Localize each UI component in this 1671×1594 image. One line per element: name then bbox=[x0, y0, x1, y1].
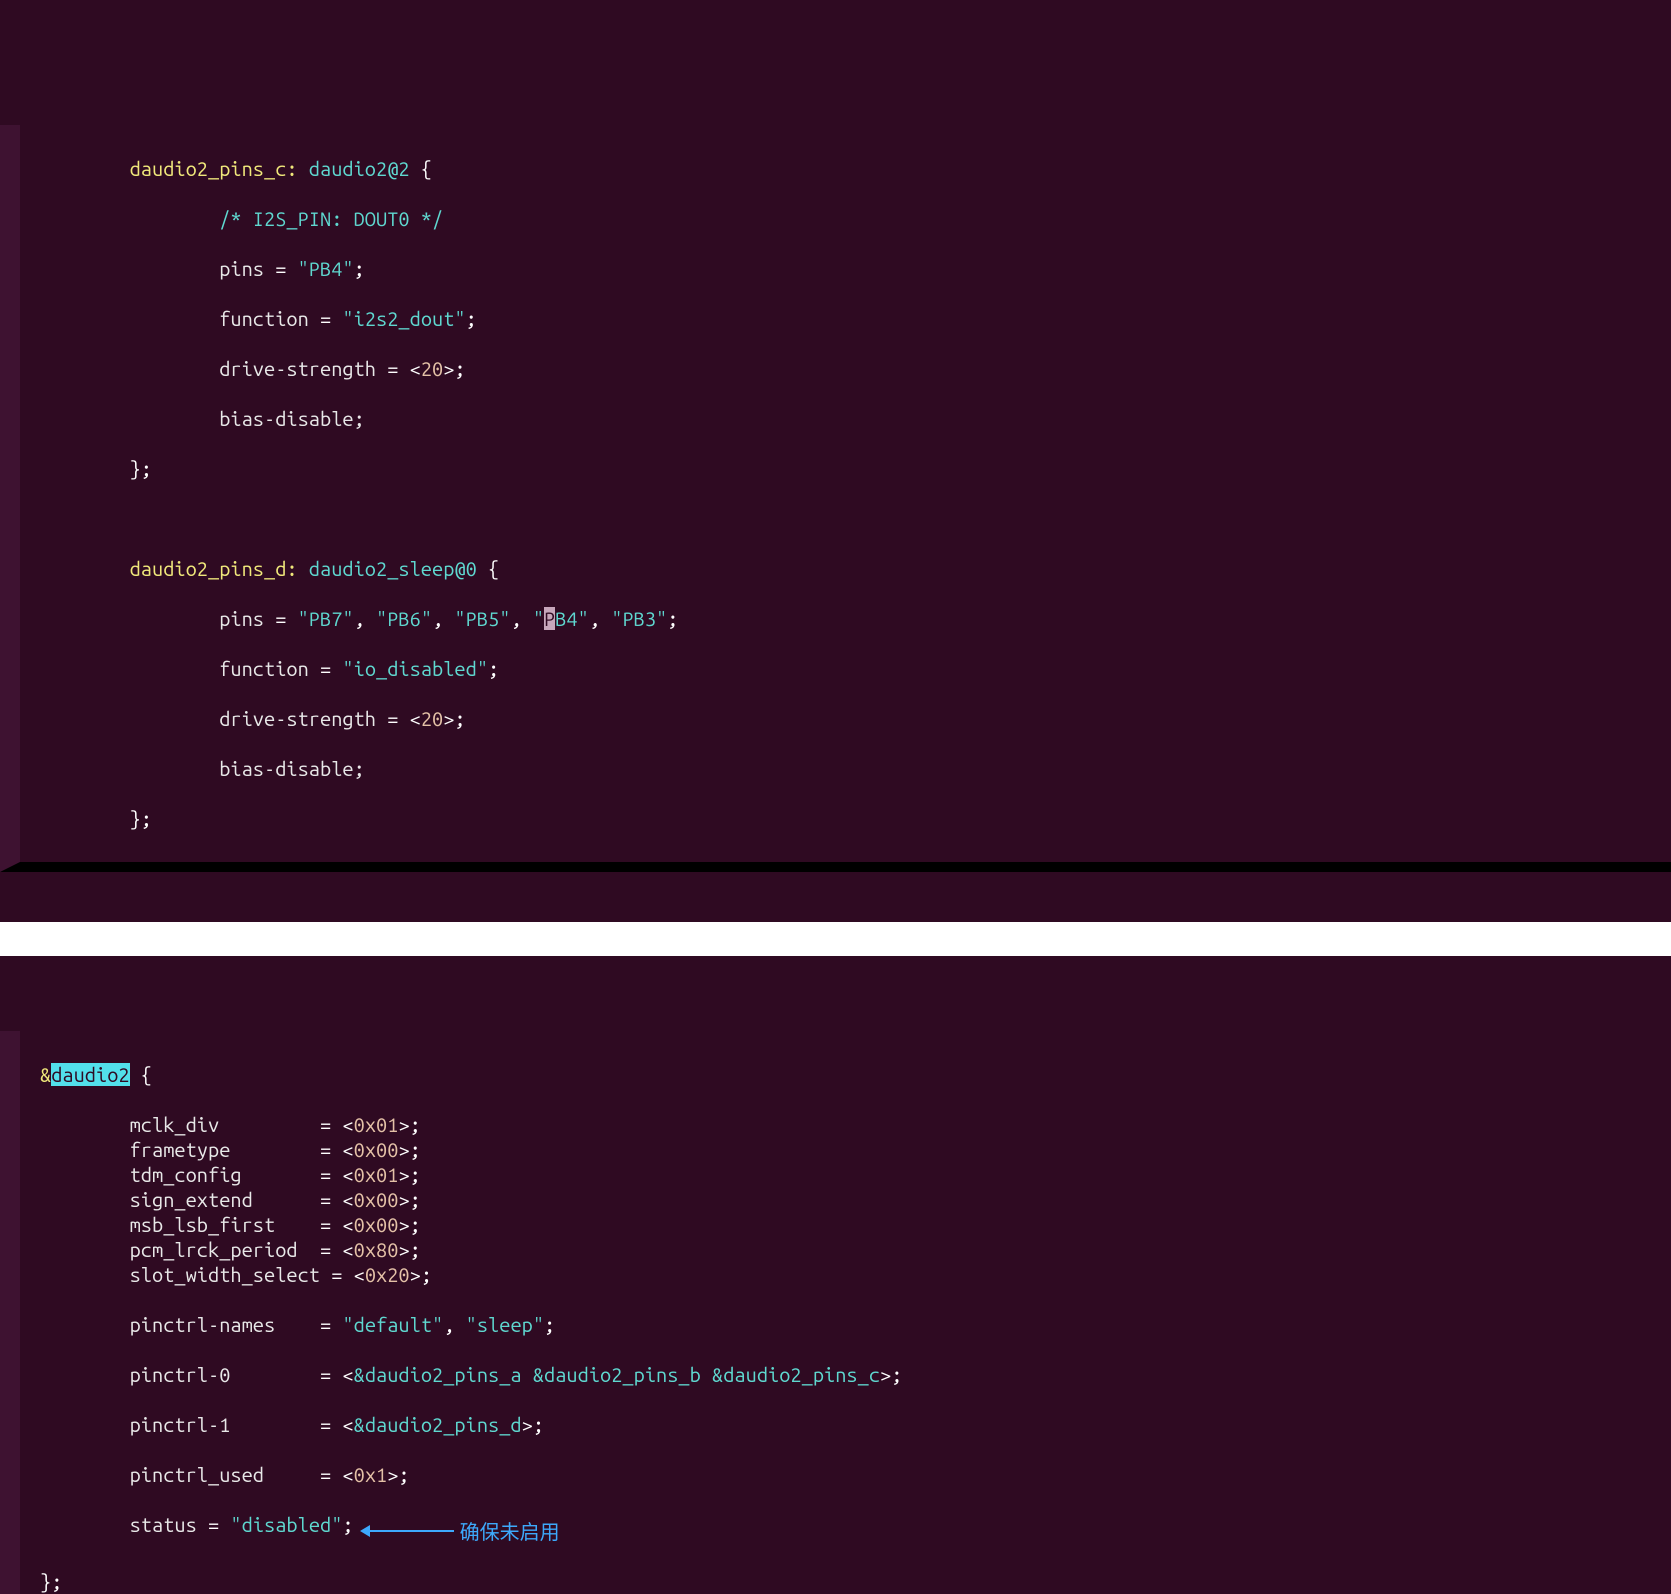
number: 0x20 bbox=[365, 1263, 410, 1286]
code-line[interactable]: frametype = <0x00>; bbox=[20, 1137, 1671, 1162]
string: "io_disabled" bbox=[342, 657, 488, 680]
string: "PB4" bbox=[298, 257, 354, 280]
code-line[interactable]: function = "i2s2_dout"; bbox=[20, 306, 1671, 331]
brace-close: }; bbox=[40, 457, 152, 480]
brace-close: }; bbox=[40, 807, 152, 830]
number: 0x80 bbox=[354, 1238, 399, 1261]
number: 20 bbox=[421, 357, 443, 380]
node-label: daudio2_pins_d: bbox=[40, 557, 298, 580]
code-line[interactable]: tdm_config = <0x01>; bbox=[20, 1162, 1671, 1187]
reference-amp: & bbox=[40, 1063, 51, 1086]
property: frametype bbox=[40, 1138, 309, 1161]
code-line[interactable]: pcm_lrck_period = <0x80>; bbox=[20, 1237, 1671, 1262]
number: 0x01 bbox=[354, 1113, 399, 1136]
property: drive-strength bbox=[40, 707, 376, 730]
arrow-left-icon bbox=[364, 1530, 454, 1532]
number: 0x00 bbox=[354, 1138, 399, 1161]
editor-pane-bottom[interactable]: &daudio2 { mclk_div = <0x01>; frametype … bbox=[0, 1031, 1671, 1594]
text-cursor: P bbox=[544, 607, 555, 630]
property: sign_extend bbox=[40, 1188, 309, 1211]
annotation-text: 确保未启用 bbox=[460, 1519, 560, 1544]
code-line[interactable]: msb_lsb_first = <0x00>; bbox=[20, 1212, 1671, 1237]
code-line[interactable]: pinctrl-names = "default", "sleep"; bbox=[20, 1312, 1671, 1337]
code-line[interactable]: pinctrl-0 = <&daudio2_pins_a &daudio2_pi… bbox=[20, 1362, 1671, 1387]
property: slot_width_select bbox=[40, 1263, 320, 1286]
brace-open: { bbox=[477, 557, 499, 580]
property: mclk_div bbox=[40, 1113, 309, 1136]
code-line[interactable]: status = "disabled";确保未启用 bbox=[20, 1512, 1671, 1544]
code-line[interactable]: mclk_div = <0x01>; bbox=[20, 1112, 1671, 1137]
property: tdm_config bbox=[40, 1163, 309, 1186]
node-name: daudio2@2 bbox=[298, 157, 410, 180]
editor-pane-top[interactable]: daudio2_pins_c: daudio2@2 { /* I2S_PIN: … bbox=[0, 125, 1671, 872]
code-line[interactable] bbox=[20, 506, 1671, 531]
code-line[interactable]: drive-strength = <20>; bbox=[20, 356, 1671, 381]
code-line[interactable]: slot_width_select = <0x20>; bbox=[20, 1262, 1671, 1287]
comment: /* I2S_PIN: DOUT0 */ bbox=[40, 207, 443, 230]
code-line[interactable]: daudio2_pins_d: daudio2_sleep@0 { bbox=[20, 556, 1671, 581]
property: function bbox=[40, 657, 309, 680]
code-line[interactable]: bias-disable; bbox=[20, 406, 1671, 431]
property: bias-disable; bbox=[40, 757, 365, 780]
code-line[interactable]: }; bbox=[20, 806, 1671, 831]
brace-open: { bbox=[130, 1063, 152, 1086]
property: pins bbox=[40, 257, 264, 280]
search-highlight: daudio2 bbox=[51, 1063, 129, 1086]
code-line[interactable]: pins = "PB7", "PB6", "PB5", "PB4", "PB3"… bbox=[20, 606, 1671, 631]
brace-close: }; bbox=[40, 1570, 62, 1593]
number: 0x00 bbox=[354, 1188, 399, 1211]
code-line[interactable]: pins = "PB4"; bbox=[20, 256, 1671, 281]
code-line[interactable]: &daudio2 { bbox=[20, 1062, 1671, 1087]
property: pins bbox=[40, 607, 264, 630]
property: bias-disable; bbox=[40, 407, 365, 430]
string: "i2s2_dout" bbox=[342, 307, 465, 330]
property: drive-strength bbox=[40, 357, 376, 380]
number: 20 bbox=[421, 707, 443, 730]
code-line[interactable]: sign_extend = <0x00>; bbox=[20, 1187, 1671, 1212]
code-line[interactable]: daudio2_pins_c: daudio2@2 { bbox=[20, 156, 1671, 181]
annotation: 确保未启用 bbox=[364, 1519, 560, 1544]
code-line[interactable]: }; bbox=[20, 456, 1671, 481]
code-line[interactable]: function = "io_disabled"; bbox=[20, 656, 1671, 681]
code-line[interactable]: drive-strength = <20>; bbox=[20, 706, 1671, 731]
property: function bbox=[40, 307, 309, 330]
property: msb_lsb_first bbox=[40, 1213, 309, 1236]
code-line[interactable]: pinctrl-1 = <&daudio2_pins_d>; bbox=[20, 1412, 1671, 1437]
code-line[interactable]: /* I2S_PIN: DOUT0 */ bbox=[20, 206, 1671, 231]
property: pcm_lrck_period bbox=[40, 1238, 309, 1261]
code-line[interactable]: pinctrl_used = <0x1>; bbox=[20, 1462, 1671, 1487]
number: 0x00 bbox=[354, 1213, 399, 1236]
number: 0x01 bbox=[354, 1163, 399, 1186]
code-line[interactable]: }; bbox=[20, 1569, 1671, 1594]
node-label: daudio2_pins_c: bbox=[130, 157, 298, 180]
brace-open: { bbox=[410, 157, 432, 180]
horizontal-separator bbox=[0, 922, 1671, 956]
code-line[interactable]: bias-disable; bbox=[20, 756, 1671, 781]
node-name: daudio2_sleep@0 bbox=[298, 557, 477, 580]
